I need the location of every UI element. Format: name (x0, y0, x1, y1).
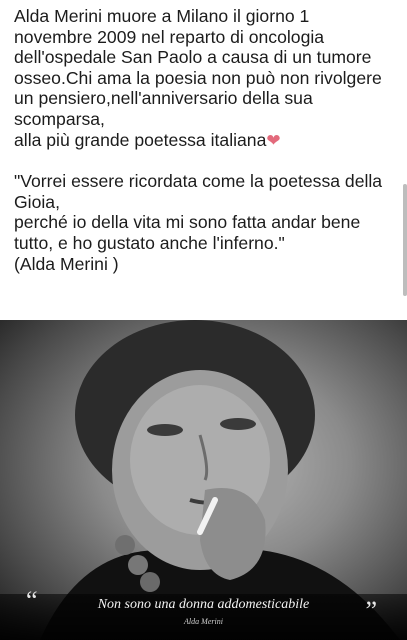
quote-line: "Vorrei essere ricordata come la poetess… (14, 171, 383, 192)
post-line-text: alla più grande poetessa italiana (14, 129, 267, 150)
portrait-photo (0, 320, 407, 640)
close-quote-icon: ” (365, 596, 377, 625)
photo-caption-author: Alda Merini (184, 617, 223, 626)
post-line: Alda Merini muore a Milano il giorno 1 (14, 6, 310, 26)
heart-icon: ❤ (266, 130, 281, 150)
post-text: Alda Merini muore a Milano il giorno 1 n… (14, 6, 406, 274)
quote-line: Gioia, (14, 191, 60, 212)
necklace-bead (115, 535, 135, 555)
post-line: scomparsa, (14, 108, 105, 129)
quote-line: tutto, e ho gustato anche l'inferno." (14, 232, 285, 253)
post-line: dell'ospedale San Paolo a causa di un tu… (14, 47, 372, 68)
quote-attribution: (Alda Merini ) (14, 253, 119, 274)
post-line: un pensiero,nell'anniversario della sua (14, 88, 313, 109)
post-line: osseo.Chi ama la poesia non può non rivo… (14, 67, 382, 88)
portrait-illustration (40, 320, 400, 640)
necklace-bead (128, 555, 148, 575)
quote-line: perché io della vita mi sono fatta andar… (14, 212, 361, 233)
post-line-last: alla più grande poetessa italiana❤ (14, 130, 406, 152)
photo-caption: Non sono una donna addomesticabile (97, 597, 310, 612)
right-eye (220, 418, 256, 430)
necklace-bead (140, 572, 160, 592)
post-line: novembre 2009 nel reparto di oncologia (14, 26, 325, 47)
scrollbar[interactable] (403, 184, 407, 296)
left-eye (147, 424, 183, 436)
